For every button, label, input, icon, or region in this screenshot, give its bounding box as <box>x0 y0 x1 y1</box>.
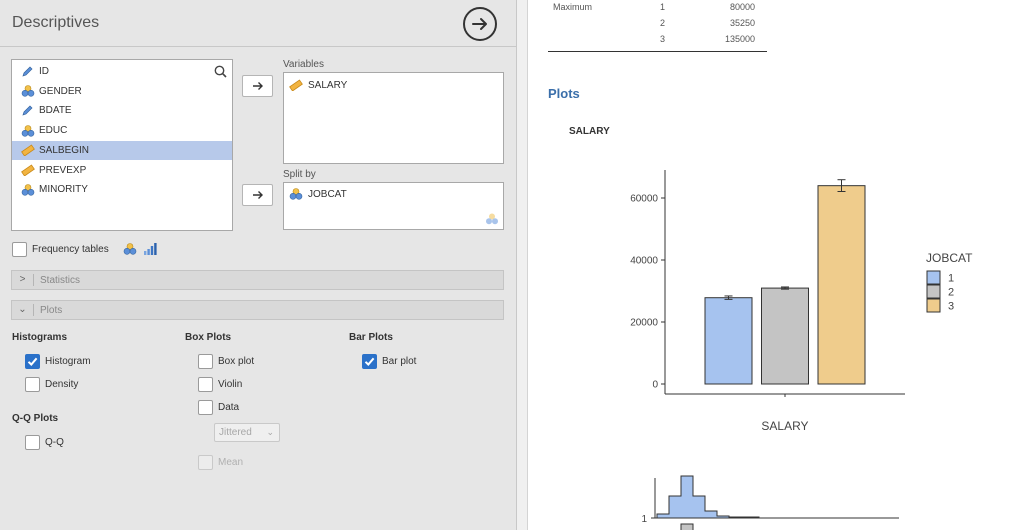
variable-list-item[interactable]: ID <box>12 62 232 81</box>
y-tick-label: 1 <box>641 514 647 525</box>
qq-checkbox[interactable] <box>25 435 40 450</box>
arrow-right-circle-icon <box>472 18 487 30</box>
nominal-variable-icon <box>20 84 36 98</box>
variable-list[interactable]: ID GENDER BDATE EDUC SALBEGIN PREVEXP MINORITY <box>11 59 233 231</box>
legend-swatch <box>926 298 941 313</box>
nominal-variable-icon <box>123 243 137 255</box>
legend-label: 1 <box>948 273 954 285</box>
statistics-section-header[interactable]: > Statistics <box>11 270 504 290</box>
move-to-splitby-button[interactable] <box>242 184 273 206</box>
box-plot-checkbox[interactable] <box>198 354 213 369</box>
y-tick-label: 60000 <box>630 194 658 205</box>
legend-title: JOBCAT <box>926 251 973 265</box>
panel-title: Descriptives <box>12 14 100 31</box>
nominal-variable-icon <box>20 124 36 138</box>
mean-checkbox[interactable] <box>198 455 213 470</box>
box-plot-label: Box plot <box>218 356 255 367</box>
box-plots-heading: Box Plots <box>185 332 232 343</box>
data-mode-dropdown[interactable]: Jittered ⌄ <box>214 423 280 442</box>
mean-label: Mean <box>218 457 244 468</box>
data-mode-value: Jittered <box>219 427 252 438</box>
variables-target-box[interactable]: SALARY <box>283 72 504 164</box>
bar <box>761 287 809 385</box>
run-analysis-button[interactable] <box>463 7 497 41</box>
statistics-section-label: Statistics <box>40 274 81 286</box>
variable-name: SALBEGIN <box>39 144 90 156</box>
bar-plots-heading: Bar Plots <box>349 332 393 343</box>
histogram-checkbox[interactable] <box>25 354 40 369</box>
histogram-label: Histogram <box>45 356 91 367</box>
splitby-target-label: JOBCAT <box>308 188 347 200</box>
variable-name: ID <box>39 66 49 77</box>
continuous-ruler-icon <box>20 163 36 177</box>
nominal-variable-icon <box>486 213 498 225</box>
plots-section-header[interactable]: ⌄ Plots <box>11 300 504 320</box>
variables-label: Variables <box>283 59 324 70</box>
continuous-ruler-icon <box>289 79 305 91</box>
qq-label: Q-Q <box>45 437 64 448</box>
title-divider <box>0 46 517 47</box>
density-checkbox[interactable] <box>25 377 40 392</box>
violin-checkbox[interactable] <box>198 377 213 392</box>
arrow-right-icon <box>252 191 263 199</box>
chevron-down-icon: ⌄ <box>266 427 274 437</box>
variable-name: PREVEXP <box>39 164 87 176</box>
results-panel: Maximum 1 2 3 80000 35250 135000 Plots S… <box>529 0 1028 530</box>
checkmark-icon <box>27 357 38 366</box>
nominal-variable-icon <box>289 188 305 200</box>
qq-plots-heading: Q-Q Plots <box>12 413 59 424</box>
nominal-variable-icon <box>20 183 36 197</box>
continuous-ruler-icon <box>20 143 36 157</box>
bar-chart: 0 20000 40000 60000 SALARY JOBCAT 1 2 3 1 <box>630 170 973 530</box>
nominal-text-icon <box>20 65 36 79</box>
variable-name: EDUC <box>39 125 68 137</box>
plots-section-label: Plots <box>40 304 63 316</box>
arrow-right-icon <box>252 82 263 90</box>
chevron-down-icon: ⌄ <box>12 304 34 316</box>
density-label: Density <box>45 379 79 390</box>
variable-list-item[interactable]: BDATE <box>12 101 232 120</box>
variables-target-item[interactable]: SALARY <box>289 76 347 94</box>
frequency-tables-label: Frequency tables <box>32 244 109 255</box>
bar-chart-icon <box>144 243 157 255</box>
checkmark-icon <box>364 357 375 366</box>
splitby-target-item[interactable]: JOBCAT <box>289 185 347 203</box>
nominal-text-icon <box>20 104 36 118</box>
variable-list-item[interactable]: MINORITY <box>12 180 232 199</box>
variable-list-item[interactable]: GENDER <box>12 82 232 101</box>
histogram-bar <box>680 523 694 530</box>
variable-name: BDATE <box>39 105 72 117</box>
legend-swatch <box>926 270 941 285</box>
bar-plot-checkbox[interactable] <box>362 354 377 369</box>
bar <box>704 297 753 385</box>
x-axis-label: SALARY <box>761 419 808 433</box>
bar-plot-label: Bar plot <box>382 356 417 367</box>
bar <box>817 185 866 385</box>
move-to-variables-button[interactable] <box>242 75 273 97</box>
frequency-tables-checkbox[interactable] <box>12 242 27 257</box>
variable-list-item[interactable]: SALBEGIN <box>12 140 232 160</box>
histogram-bars <box>656 475 760 519</box>
panel-splitter[interactable] <box>517 0 528 530</box>
histograms-heading: Histograms <box>12 332 68 343</box>
splitby-label: Split by <box>283 169 316 180</box>
variable-list-item[interactable]: EDUC <box>12 121 232 140</box>
variable-name: GENDER <box>39 85 82 97</box>
splitby-target-box[interactable]: JOBCAT <box>283 182 504 230</box>
chevron-right-icon: > <box>12 274 34 286</box>
y-tick-label: 40000 <box>630 256 658 267</box>
y-tick-label: 20000 <box>630 318 658 329</box>
legend-swatch <box>926 284 941 299</box>
legend-label: 2 <box>948 287 954 299</box>
violin-label: Violin <box>218 379 243 390</box>
data-label: Data <box>218 402 240 413</box>
variables-target-label: SALARY <box>308 79 348 91</box>
variable-list-item[interactable]: PREVEXP <box>12 161 232 180</box>
variable-name: MINORITY <box>39 184 88 196</box>
analysis-options-panel: Descriptives ID GENDER BDATE EDUC SALBEGIN PR… <box>0 0 517 530</box>
y-tick-label: 0 <box>652 380 658 391</box>
data-checkbox[interactable] <box>198 400 213 415</box>
legend-label: 3 <box>948 301 954 313</box>
